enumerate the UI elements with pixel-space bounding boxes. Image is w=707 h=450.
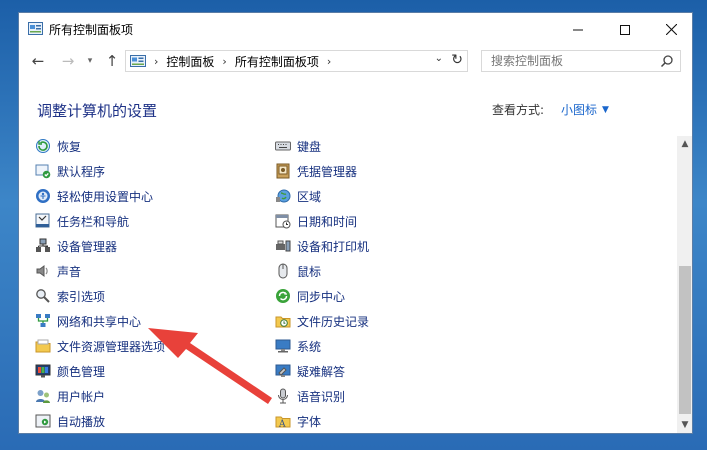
close-icon xyxy=(665,24,677,35)
devices-printers-icon xyxy=(276,240,291,252)
default-programs-icon xyxy=(35,164,51,179)
refresh-icon[interactable]: ↻ xyxy=(451,52,463,68)
control-panel-window: 所有控制面板项 ← → ▾ ↑ › 控制面板 › 所有控制面板项 › ⌄ ↻ 搜… xyxy=(18,12,693,434)
folder-options-icon xyxy=(35,339,51,353)
arrow-right-icon: → xyxy=(61,52,75,70)
maximize-icon xyxy=(620,24,630,35)
device-manager-icon xyxy=(36,238,50,252)
item-mouse[interactable]: 鼠标 xyxy=(275,261,321,281)
ease-of-access-icon xyxy=(36,189,50,203)
chevron-right-icon: › xyxy=(222,54,227,68)
search-input[interactable] xyxy=(489,53,663,69)
item-taskbar-navigation[interactable]: 任务栏和导航 xyxy=(35,211,129,231)
navigation-bar: ← → ▾ ↑ › 控制面板 › 所有控制面板项 › ⌄ ↻ xyxy=(19,46,692,76)
control-panel-icon xyxy=(130,55,146,67)
view-by-label: 查看方式: xyxy=(492,103,545,117)
search-box[interactable] xyxy=(481,50,681,72)
taskbar-icon xyxy=(35,213,50,228)
forward-button[interactable]: → xyxy=(57,50,79,72)
address-bar[interactable]: › 控制面板 › 所有控制面板项 › ⌄ ↻ xyxy=(125,50,468,72)
item-credential-manager[interactable]: 凭据管理器 xyxy=(275,161,357,181)
back-button[interactable]: ← xyxy=(27,50,49,72)
up-button[interactable]: ↑ xyxy=(101,50,123,72)
date-time-icon xyxy=(275,214,291,229)
troubleshooting-icon xyxy=(275,364,291,377)
item-network-sharing-center[interactable]: 网络和共享中心 xyxy=(35,311,141,331)
item-file-history[interactable]: 文件历史记录 xyxy=(275,311,369,331)
item-fonts[interactable]: A 字体 xyxy=(275,411,321,431)
speech-recognition-icon xyxy=(278,388,288,404)
item-indexing-options[interactable]: 索引选项 xyxy=(35,286,105,306)
breadcrumb-control-panel[interactable]: 控制面板 xyxy=(166,53,214,70)
file-history-icon xyxy=(275,316,291,328)
autoplay-icon xyxy=(35,414,51,428)
chevron-up-icon: ▲ xyxy=(681,139,689,149)
items-list: 恢复 默认程序 轻松使用设置中心 任务栏和导航 设备管理器 声音 索引选项 网络… xyxy=(19,136,677,433)
title-bar: 所有控制面板项 xyxy=(19,13,692,46)
item-sync-center[interactable]: 同步中心 xyxy=(275,286,345,306)
item-troubleshooting[interactable]: 疑难解答 xyxy=(275,361,345,381)
system-icon xyxy=(275,339,291,353)
item-region[interactable]: 区域 xyxy=(275,186,321,206)
minimize-button[interactable] xyxy=(555,13,601,46)
item-speech-recognition[interactable]: 语音识别 xyxy=(275,386,345,406)
item-devices-printers[interactable]: 设备和打印机 xyxy=(275,236,369,256)
network-icon xyxy=(36,314,50,327)
maximize-button[interactable] xyxy=(602,13,648,46)
recovery-icon xyxy=(36,139,50,153)
scroll-up-button[interactable]: ▲ xyxy=(677,136,692,152)
scroll-down-button[interactable]: ▼ xyxy=(677,417,692,433)
view-by-dropdown[interactable]: 小图标 ▼ xyxy=(561,101,609,118)
address-dropdown-icon[interactable]: ⌄ xyxy=(435,53,443,64)
credential-manager-icon xyxy=(276,163,290,179)
minimize-icon xyxy=(573,29,583,30)
item-date-time[interactable]: 日期和时间 xyxy=(275,211,357,231)
item-color-management[interactable]: 颜色管理 xyxy=(35,361,105,381)
fonts-icon: A xyxy=(275,416,291,430)
window-title: 所有控制面板项 xyxy=(49,23,134,37)
item-default-programs[interactable]: 默认程序 xyxy=(35,161,105,181)
caret-down-icon: ▼ xyxy=(602,104,609,115)
control-panel-icon xyxy=(28,22,43,35)
item-device-manager[interactable]: 设备管理器 xyxy=(35,236,117,256)
search-icon[interactable] xyxy=(660,54,674,68)
item-sound[interactable]: 声音 xyxy=(35,261,81,281)
svg-text:A: A xyxy=(278,420,286,430)
close-button[interactable] xyxy=(648,13,692,46)
item-recovery[interactable]: 恢复 xyxy=(35,136,81,156)
indexing-icon xyxy=(36,289,50,303)
item-autoplay[interactable]: 自动播放 xyxy=(35,411,105,431)
item-file-explorer-options[interactable]: 文件资源管理器选项 xyxy=(35,336,165,356)
chevron-right-icon: › xyxy=(154,54,159,68)
region-icon xyxy=(276,189,291,203)
breadcrumb-all-items[interactable]: 所有控制面板项 xyxy=(235,53,319,70)
sound-icon xyxy=(36,265,48,277)
chevron-down-icon: ▾ xyxy=(87,56,93,66)
page-title: 调整计算机的设置 xyxy=(37,102,158,120)
user-accounts-icon xyxy=(36,390,50,403)
item-keyboard[interactable]: 键盘 xyxy=(275,136,321,156)
item-user-accounts[interactable]: 用户帐户 xyxy=(35,386,105,406)
arrow-left-icon: ← xyxy=(31,52,45,70)
chevron-right-icon[interactable]: › xyxy=(327,55,331,68)
vertical-scrollbar[interactable]: ▲ ▼ xyxy=(677,136,692,433)
color-management-icon xyxy=(35,364,51,378)
view-by-value[interactable]: 小图标 xyxy=(561,101,597,118)
mouse-icon xyxy=(278,263,288,279)
chevron-down-icon: ▼ xyxy=(681,420,689,430)
item-system[interactable]: 系统 xyxy=(275,336,321,356)
keyboard-icon xyxy=(275,141,291,151)
scrollbar-thumb[interactable] xyxy=(679,266,691,414)
recent-locations-button[interactable]: ▾ xyxy=(83,50,97,72)
item-ease-of-access[interactable]: 轻松使用设置中心 xyxy=(35,186,153,206)
sync-center-icon xyxy=(276,289,290,303)
arrow-up-icon: ↑ xyxy=(105,52,119,70)
